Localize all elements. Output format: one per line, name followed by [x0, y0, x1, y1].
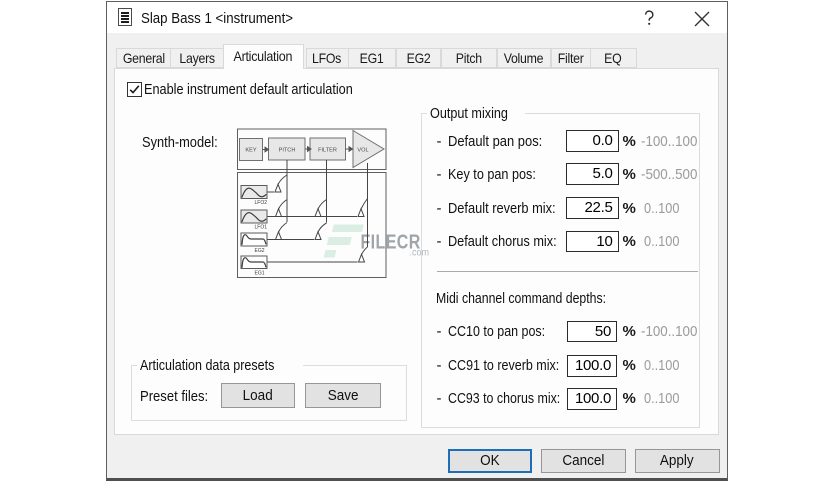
svg-text:FILTER: FILTER: [318, 148, 337, 154]
svg-text:LFO2: LFO2: [254, 200, 267, 206]
svg-text:LFO1: LFO1: [254, 225, 267, 231]
svg-text:KEY: KEY: [245, 148, 256, 154]
svg-text:PITCH: PITCH: [279, 148, 296, 154]
svg-text:EG2: EG2: [254, 248, 264, 254]
svg-text:EG1: EG1: [254, 271, 264, 277]
svg-text:.com: .com: [410, 247, 430, 259]
svg-text:VOL: VOL: [357, 148, 368, 154]
